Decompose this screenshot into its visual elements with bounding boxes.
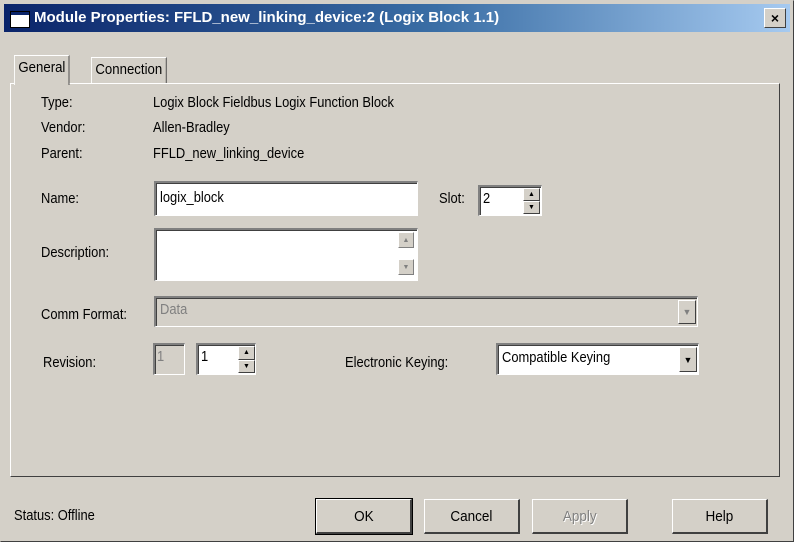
electronic-keying-select[interactable]: Compatible Keying ▼ [496, 343, 699, 375]
ok-button-label: OK [353, 507, 374, 525]
comm-format-value: Data [160, 301, 188, 318]
general-tab-panel: Type: Logix Block Fieldbus Logix Functio… [10, 83, 780, 477]
electronic-keying-value: Compatible Keying [502, 349, 611, 366]
parent-label: Parent: [41, 145, 83, 162]
revision-spin-buttons[interactable]: ▲ ▼ [238, 346, 255, 373]
slot-up-icon[interactable]: ▲ [523, 188, 540, 201]
close-icon: × [770, 10, 780, 26]
ok-button[interactable]: OK [315, 498, 413, 535]
name-input[interactable]: logix_block [154, 181, 418, 216]
slot-spin-buttons[interactable]: ▲ ▼ [523, 188, 540, 214]
comm-format-label: Comm Format: [41, 306, 128, 323]
description-input[interactable]: ▲ ▼ [154, 228, 418, 281]
comm-format-dropdown-icon[interactable]: ▼ [678, 300, 696, 324]
revision-minor-value: 1 [201, 348, 209, 365]
electronic-keying-label: Electronic Keying: [345, 354, 449, 371]
slot-down-icon[interactable]: ▼ [523, 201, 540, 214]
help-button-label: Help [705, 507, 734, 525]
slot-label: Slot: [439, 190, 465, 207]
electronic-keying-dropdown-icon[interactable]: ▼ [679, 347, 697, 372]
parent-value: FFLD_new_linking_device [153, 145, 305, 162]
description-label: Description: [41, 244, 110, 261]
vendor-label: Vendor: [41, 119, 86, 136]
type-value: Logix Block Fieldbus Logix Function Bloc… [153, 94, 394, 111]
slot-value: 2 [483, 190, 491, 207]
comm-format-select[interactable]: Data ▼ [154, 296, 698, 327]
title-bar[interactable]: Module Properties: FFLD_new_linking_devi… [4, 4, 790, 32]
revision-minor-stepper[interactable]: 1 ▲ ▼ [196, 343, 256, 375]
slot-stepper[interactable]: 2 ▲ ▼ [478, 185, 542, 216]
name-input-value: logix_block [160, 189, 224, 206]
cancel-button[interactable]: Cancel [424, 499, 520, 534]
tab-general[interactable]: General [14, 55, 70, 85]
tab-connection[interactable]: Connection [91, 57, 167, 84]
revision-major-field: 1 [153, 343, 185, 375]
revision-label: Revision: [43, 354, 97, 371]
description-scroll-down-icon[interactable]: ▼ [398, 259, 414, 275]
apply-button[interactable]: Apply [532, 499, 628, 534]
close-button[interactable]: × [764, 8, 786, 28]
status-text: Status: Offline [14, 507, 95, 524]
window-icon [10, 11, 30, 28]
apply-button-label: Apply [562, 507, 597, 525]
revision-major-value: 1 [157, 348, 165, 365]
window-title: Module Properties: FFLD_new_linking_devi… [34, 9, 500, 26]
name-label: Name: [41, 190, 80, 207]
vendor-value: Allen-Bradley [153, 119, 230, 136]
description-scroll-up-icon[interactable]: ▲ [398, 232, 414, 248]
revision-up-icon[interactable]: ▲ [238, 346, 255, 360]
help-button[interactable]: Help [672, 499, 768, 534]
tab-connection-label: Connection [95, 61, 163, 78]
type-label: Type: [41, 94, 73, 111]
cancel-button-label: Cancel [450, 507, 493, 525]
revision-down-icon[interactable]: ▼ [238, 359, 255, 373]
tab-general-label: General [18, 59, 66, 76]
